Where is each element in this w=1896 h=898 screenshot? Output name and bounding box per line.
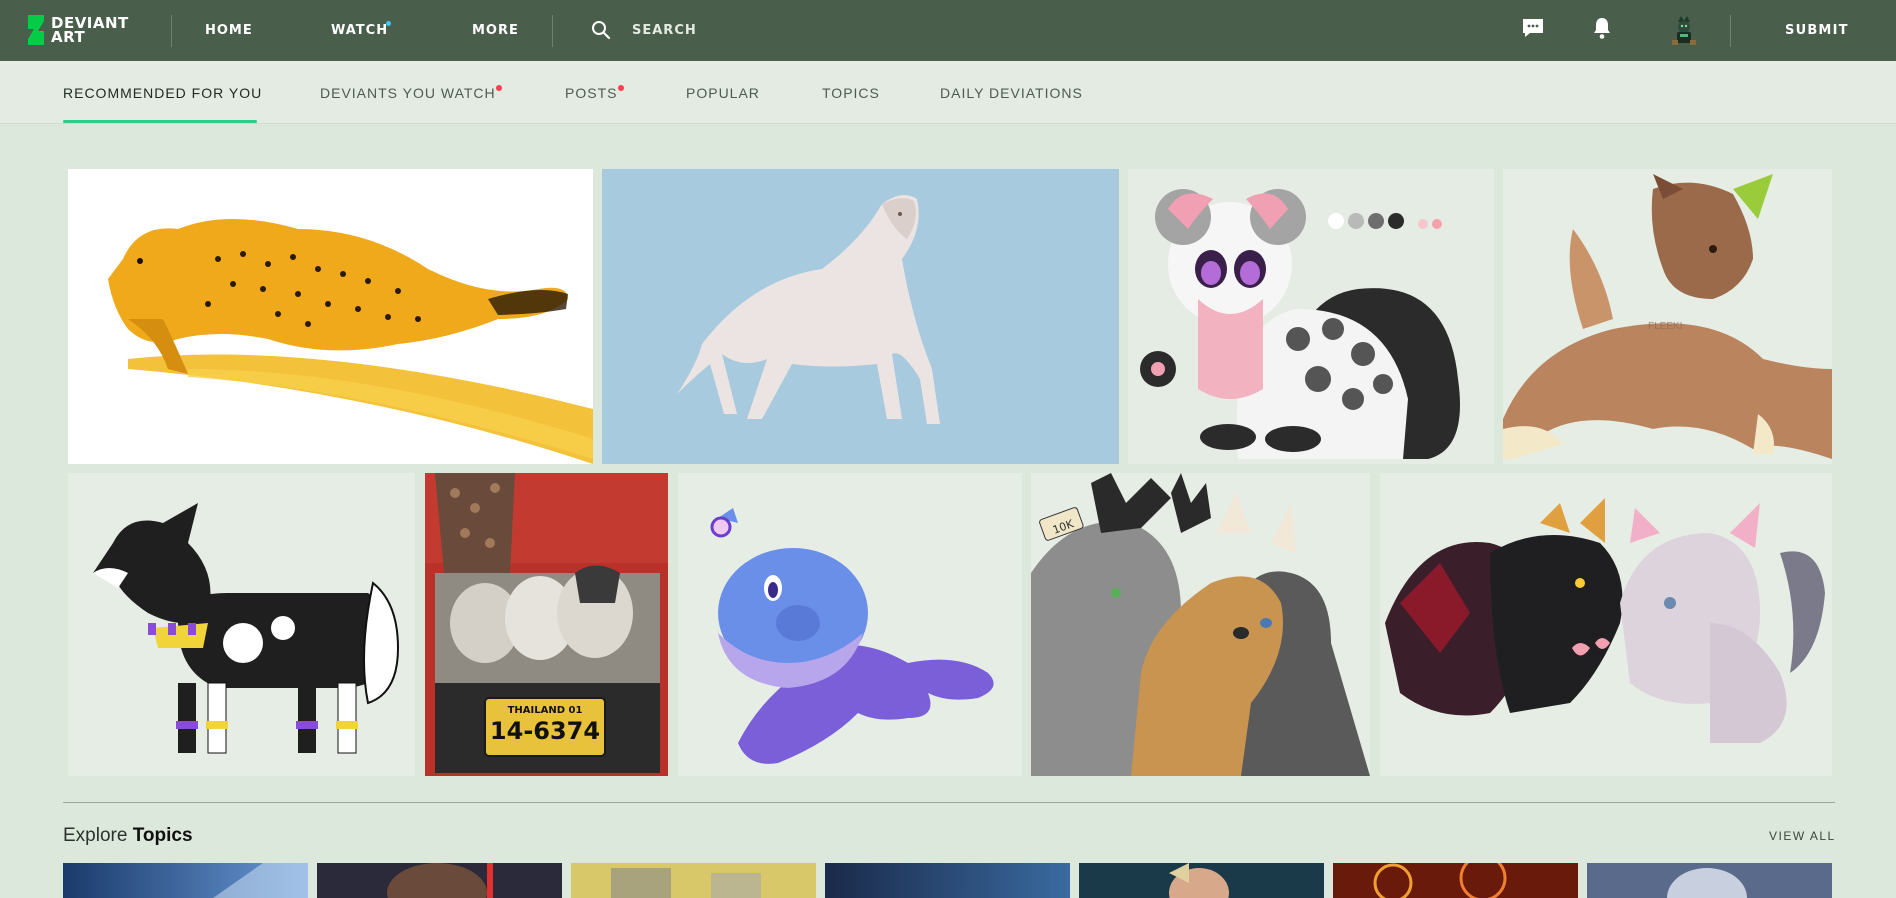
- deviation-thumbnail-cheetah[interactable]: [68, 169, 593, 464]
- top-navigation-bar: DEVIANT ART HOME WATCH MORE SEARCH SUBMI…: [0, 0, 1896, 61]
- nav-watch[interactable]: WATCH: [331, 23, 388, 38]
- topic-card[interactable]: [1079, 863, 1324, 898]
- search-icon[interactable]: [591, 20, 611, 44]
- tab-popular[interactable]: POPULAR: [686, 85, 760, 101]
- search-input[interactable]: SEARCH: [632, 23, 697, 38]
- deviation-thumbnail-blue-seal[interactable]: [678, 473, 1022, 776]
- section-divider: [63, 802, 1835, 803]
- deviation-thumbnail-snow-leopard[interactable]: [1128, 169, 1494, 464]
- topic-card[interactable]: [825, 863, 1070, 898]
- divider: [552, 15, 553, 47]
- tab-daily-deviations[interactable]: DAILY DEVIATIONS: [940, 85, 1083, 101]
- watch-notification-dot: [386, 21, 391, 26]
- topic-card[interactable]: [63, 863, 308, 898]
- plate-number-text: 14-6374: [490, 717, 600, 745]
- topic-card[interactable]: [1587, 863, 1832, 898]
- deviation-thumbnail-huskies-photo[interactable]: THAILAND 01 14-6374: [425, 473, 668, 776]
- deviation-thumbnail-brown-fox[interactable]: FLEEKI: [1503, 169, 1832, 464]
- topic-card[interactable]: [571, 863, 816, 898]
- deviation-thumbnail-deer-couple[interactable]: 10K: [1031, 473, 1370, 776]
- tab-recommended-for-you[interactable]: RECOMMENDED FOR YOU: [63, 85, 262, 101]
- tab-topics[interactable]: TOPICS: [822, 85, 880, 101]
- explore-prefix: Explore: [63, 825, 128, 846]
- deviation-thumbnail-white-wolf[interactable]: [602, 169, 1119, 464]
- topic-card[interactable]: [1333, 863, 1578, 898]
- deviants-watch-notification-dot: [496, 85, 502, 91]
- plate-top-text: THAILAND 01: [508, 705, 583, 716]
- active-tab-indicator: [63, 120, 257, 123]
- submit-button[interactable]: SUBMIT: [1785, 23, 1849, 38]
- messages-icon[interactable]: [1521, 16, 1545, 44]
- explore-topics-heading: Explore Topics: [63, 825, 193, 847]
- deviation-thumbnail-dragon-and-cat[interactable]: [1380, 473, 1832, 776]
- nav-more[interactable]: MORE: [472, 23, 519, 38]
- posts-notification-dot: [618, 85, 624, 91]
- deviantart-logo[interactable]: DEVIANT ART: [26, 14, 134, 46]
- divider: [1730, 15, 1731, 47]
- tab-posts[interactable]: POSTS: [565, 85, 617, 101]
- deviation-thumbnail-black-white-pony[interactable]: [68, 473, 415, 776]
- nav-home[interactable]: HOME: [205, 23, 253, 38]
- explore-title: Topics: [132, 825, 193, 846]
- user-avatar[interactable]: [1669, 14, 1699, 46]
- notifications-bell-icon[interactable]: [1590, 16, 1614, 44]
- feed-tabs: RECOMMENDED FOR YOU DEVIANTS YOU WATCH P…: [0, 61, 1896, 124]
- logo-text-line2: ART: [51, 28, 86, 46]
- fox-watermark: FLEEKI: [1648, 321, 1682, 332]
- divider: [171, 15, 172, 47]
- topic-card[interactable]: [317, 863, 562, 898]
- view-all-link[interactable]: VIEW ALL: [1769, 829, 1836, 843]
- tab-deviants-you-watch[interactable]: DEVIANTS YOU WATCH: [320, 85, 496, 101]
- deviantart-logo-icon: [28, 15, 44, 45]
